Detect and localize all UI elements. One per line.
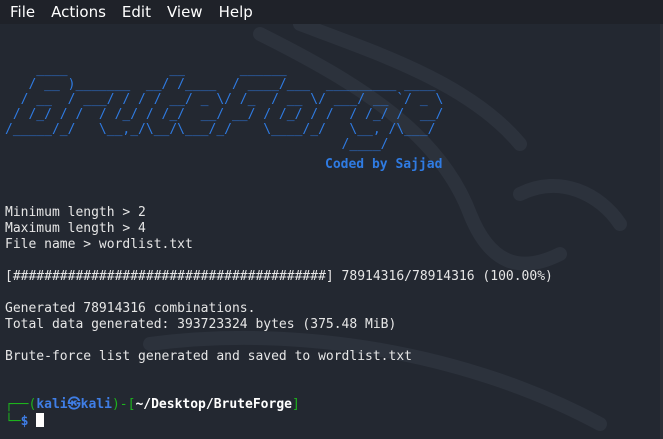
prompt-corner-bottom: └─ <box>5 414 21 429</box>
menu-file[interactable]: File <box>2 0 43 24</box>
menu-view[interactable]: View <box>159 0 211 24</box>
prompt-header: ┌──(kali㉿kali)-[~/Desktop/BruteForge] <box>5 397 300 413</box>
prompt-symbol: $ <box>20 414 29 429</box>
banner-credit: Coded by Sajjad <box>325 157 443 172</box>
output-generated: Generated 78914316 combinations. <box>5 301 256 316</box>
menu-help[interactable]: Help <box>211 0 261 24</box>
prompt-input-line[interactable]: └─$ <box>5 413 45 430</box>
prompt-separator: )-[ <box>111 397 136 412</box>
output-min-length: Minimum length > 2 <box>5 205 146 220</box>
prompt-path: ~/Desktop/BruteForge <box>135 397 292 412</box>
output-saved: Brute-force list generated and saved to … <box>5 349 412 364</box>
output-file-name: File name > wordlist.txt <box>5 237 193 252</box>
text-cursor <box>36 413 45 427</box>
menu-edit[interactable]: Edit <box>114 0 159 24</box>
prompt-close-bracket: ] <box>291 397 300 412</box>
bruteforge-banner: ____ __ ______ / __ )_______ __/ /____ /… <box>5 62 444 152</box>
output-progress-bar: [#######################################… <box>5 269 553 284</box>
prompt-user: kali <box>36 397 68 412</box>
prompt-corner-top: ┌──( <box>5 397 37 412</box>
prompt-at-symbol: ㉿ <box>67 397 81 412</box>
menu-bar: File Actions Edit View Help <box>0 0 663 24</box>
terminal-area[interactable]: ____ __ ______ / __ )_______ __/ /____ /… <box>0 24 663 439</box>
output-max-length: Maximum length > 4 <box>5 221 146 236</box>
prompt-host: kali <box>80 397 112 412</box>
menu-actions[interactable]: Actions <box>43 0 114 24</box>
output-total-data: Total data generated: 393723324 bytes (3… <box>5 317 397 332</box>
